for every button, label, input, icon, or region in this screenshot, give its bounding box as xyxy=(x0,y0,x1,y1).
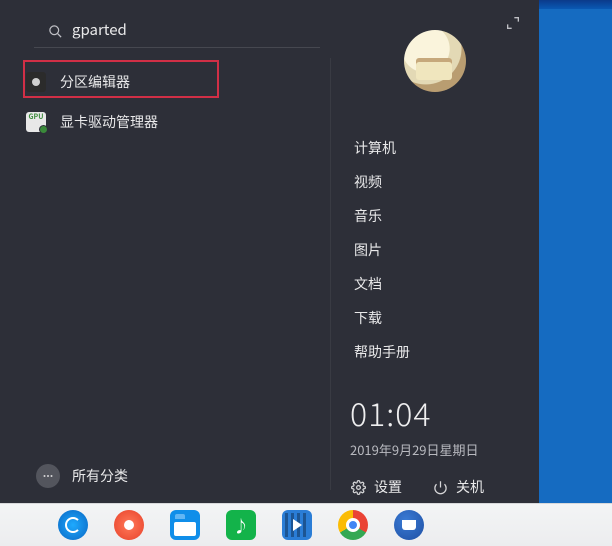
result-item-partition-editor[interactable]: 分区编辑器 xyxy=(18,62,312,102)
all-categories-icon[interactable] xyxy=(36,464,60,488)
search-input[interactable] xyxy=(48,19,316,40)
music-icon[interactable] xyxy=(226,510,256,540)
taskbar xyxy=(0,503,612,546)
search-row xyxy=(0,0,330,58)
gear-icon xyxy=(350,479,366,495)
clock-time: 01:04 xyxy=(350,390,539,436)
settings-label: 设置 xyxy=(374,477,402,497)
place-videos[interactable]: 视频 xyxy=(354,172,539,192)
search-results: 分区编辑器 显卡驱动管理器 xyxy=(0,58,330,146)
fullscreen-icon[interactable] xyxy=(505,12,525,32)
bottom-left-bar: 所有分类 xyxy=(0,449,330,503)
all-categories-label[interactable]: 所有分类 xyxy=(72,466,128,486)
result-label: 分区编辑器 xyxy=(60,72,130,92)
thunderbird-icon[interactable] xyxy=(394,510,424,540)
app-store-icon[interactable] xyxy=(114,510,144,540)
disk-icon xyxy=(26,72,46,92)
search-icon xyxy=(48,20,63,44)
gpu-icon xyxy=(26,112,46,132)
result-item-gpu-driver-manager[interactable]: 显卡驱动管理器 xyxy=(18,102,312,142)
clock-date: 2019年9月29日星期日 xyxy=(350,440,539,459)
shutdown-button[interactable]: 关机 xyxy=(432,477,484,497)
user-avatar[interactable] xyxy=(404,30,466,92)
launcher-left-pane: 分区编辑器 显卡驱动管理器 所有分类 xyxy=(0,0,330,503)
power-icon xyxy=(432,479,448,495)
place-pictures[interactable]: 图片 xyxy=(354,240,539,260)
shutdown-label: 关机 xyxy=(456,477,484,497)
power-row: 设置 关机 xyxy=(330,477,539,497)
result-label: 显卡驱动管理器 xyxy=(60,112,158,132)
search-underline xyxy=(34,47,320,48)
place-music[interactable]: 音乐 xyxy=(354,206,539,226)
file-manager-icon[interactable] xyxy=(170,510,200,540)
launcher-right-pane: 计算机 视频 音乐 图片 文档 下载 帮助手册 01:04 2019年9月29日… xyxy=(330,0,539,503)
places-list: 计算机 视频 音乐 图片 文档 下载 帮助手册 xyxy=(330,138,539,362)
video-icon[interactable] xyxy=(282,510,312,540)
chrome-icon[interactable] xyxy=(338,510,368,540)
place-downloads[interactable]: 下载 xyxy=(354,308,539,328)
desktop-background-sliver xyxy=(539,9,612,503)
place-computer[interactable]: 计算机 xyxy=(354,138,539,158)
launcher-deepin-icon[interactable] xyxy=(58,510,88,540)
settings-button[interactable]: 设置 xyxy=(350,477,402,497)
launcher-menu: 分区编辑器 显卡驱动管理器 所有分类 计算机 视频 音乐 图片 文档 下载 xyxy=(0,0,539,503)
clock-block: 01:04 2019年9月29日星期日 xyxy=(330,390,539,459)
place-help-manual[interactable]: 帮助手册 xyxy=(354,342,539,362)
place-documents[interactable]: 文档 xyxy=(354,274,539,294)
